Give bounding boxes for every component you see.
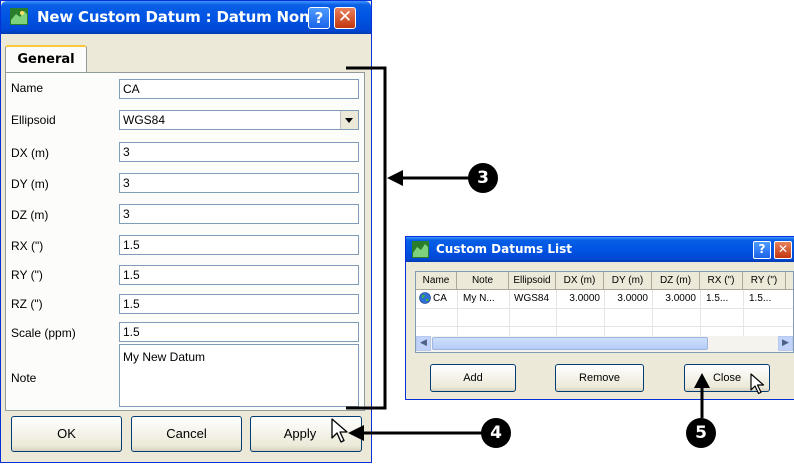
callout-badge: 4 — [481, 418, 511, 448]
callout-badge: 5 — [686, 418, 716, 448]
callout-badge: 3 — [468, 163, 498, 193]
callout-lines — [346, 66, 710, 441]
